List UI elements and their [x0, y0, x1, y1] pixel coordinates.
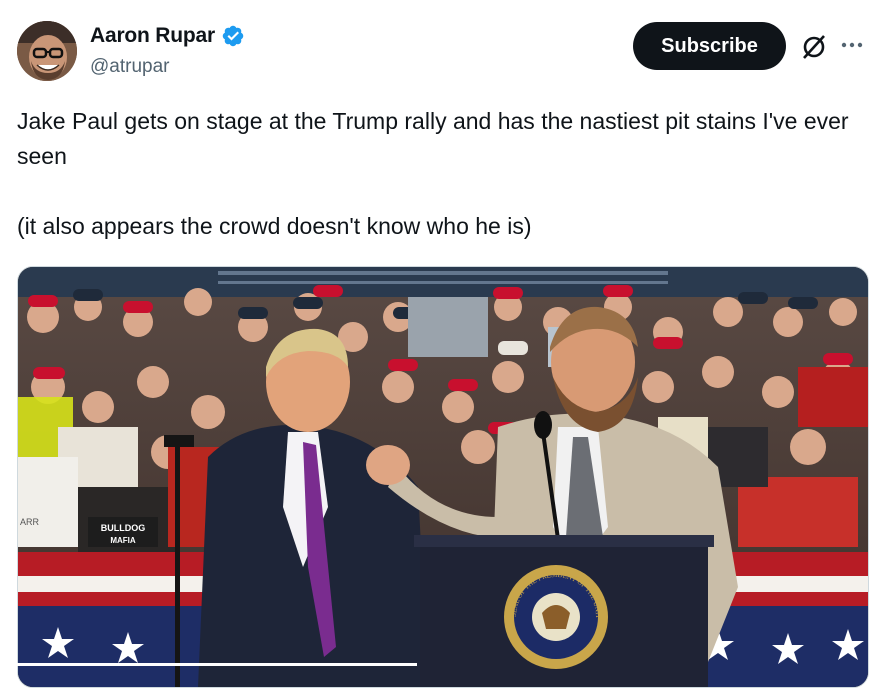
tweet-text: Jake Paul gets on stage at the Trump ral… — [17, 104, 867, 244]
more-icon[interactable] — [838, 33, 866, 57]
grok-icon[interactable] — [800, 33, 828, 61]
author-name-row[interactable]: Aaron Rupar — [90, 24, 245, 48]
subscribe-button[interactable]: Subscribe — [633, 22, 786, 70]
avatar-image — [17, 21, 77, 81]
sign-text: BULLDOG — [101, 523, 146, 533]
tweet-text-line: Jake Paul gets on stage at the Trump ral… — [17, 108, 849, 169]
author-handle[interactable]: @atrupar — [90, 56, 170, 78]
tweet-video[interactable]: BULLDOG MAFIA ARR SEAL OF THE PRESIDENT … — [17, 266, 869, 688]
verified-badge-icon — [222, 25, 244, 47]
author-display-name[interactable]: Aaron Rupar — [90, 24, 215, 48]
sign-text: MAFIA — [110, 536, 136, 545]
shirt-text: ARR — [20, 517, 40, 527]
tweet-text-line: (it also appears the crowd doesn't know … — [17, 213, 532, 239]
video-progress-bar[interactable] — [17, 663, 417, 666]
avatar[interactable] — [17, 21, 77, 81]
video-frame: BULLDOG MAFIA ARR SEAL OF THE PRESIDENT … — [18, 267, 868, 687]
